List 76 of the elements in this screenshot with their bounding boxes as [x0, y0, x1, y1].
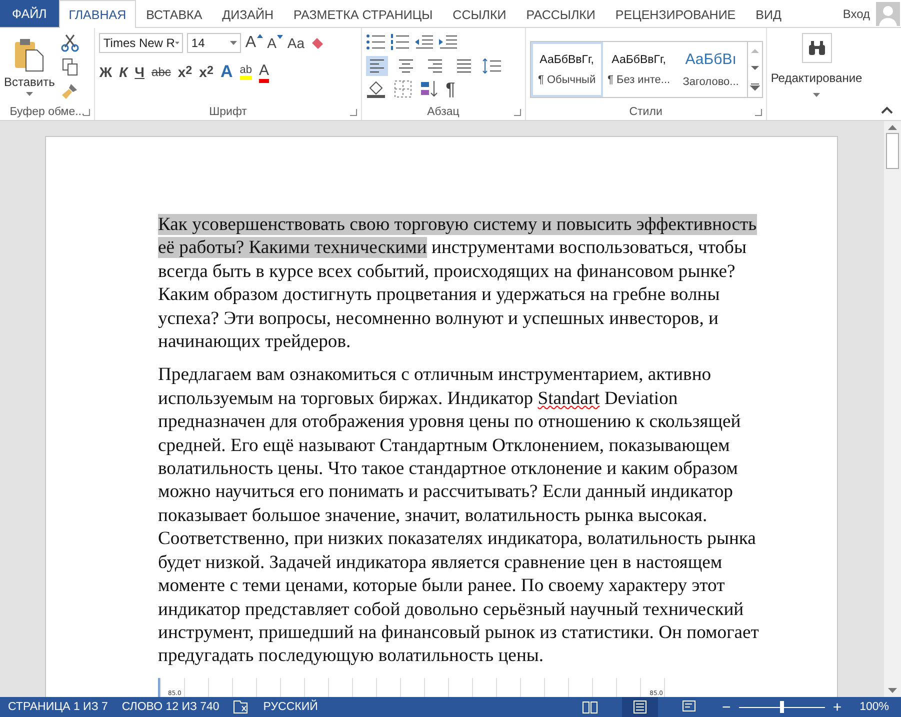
ribbon-tab[interactable]: ВИД — [746, 0, 792, 28]
body-paragraph: Как усовершенствовать свою торговую систему и повысить эффективность её работы? Какими техническими инструментами воспользоваться, чтобы всегда быть в курсе всех событий, происходящих на финансовом рынке? Каким образом достигнуть процветания и удержаться на гребне волны успеха? Эти вопросы, несомненно волнуют и успешных инвесторов, и начинающих трейдеров. — [158, 213, 758, 354]
ribbon-tab[interactable]: ГЛАВНАЯ — [58, 0, 136, 28]
ribbon-tab[interactable]: ДИЗАЙН — [212, 0, 284, 28]
page-count[interactable]: СТРАНИЦА 1 ИЗ 7 — [8, 701, 108, 713]
gallery-scroll-buttons[interactable] — [746, 42, 762, 97]
text-effects-button[interactable]: A — [220, 62, 233, 82]
scroll-down-icon[interactable] — [888, 688, 897, 694]
binoculars-icon — [808, 40, 826, 56]
brush-icon[interactable] — [60, 82, 79, 100]
vertical-scrollbar[interactable] — [884, 121, 901, 697]
group-label: Абзац — [427, 106, 460, 118]
print-layout-button[interactable] — [622, 697, 658, 717]
zoom-level[interactable]: 100% — [860, 701, 901, 713]
up-triangle-icon — [257, 34, 264, 38]
caret-icon — [174, 41, 180, 45]
collapse-ribbon-icon[interactable] — [881, 106, 893, 114]
style-option[interactable]: АаБбВвГг, ¶ Без инте... — [602, 42, 675, 97]
file-tab[interactable]: ФАЙЛ — [0, 0, 59, 27]
italic-button[interactable]: К — [119, 64, 128, 80]
group-label: Шрифт — [209, 106, 247, 118]
dialog-launcher-icon[interactable] — [350, 109, 357, 116]
decrease-indent-icon[interactable] — [414, 34, 434, 50]
grow-font-button[interactable]: A — [245, 34, 264, 52]
caret-icon — [26, 92, 33, 96]
caret-icon — [813, 93, 820, 97]
dialog-launcher-icon[interactable] — [83, 109, 90, 116]
change-case-button[interactable]: Aa — [287, 35, 305, 51]
ribbon-tab[interactable]: ССЫЛКИ — [442, 0, 516, 28]
ribbon-tab[interactable]: РАЗМЕТКА СТРАНИЦЫ — [284, 0, 443, 28]
font-size-field[interactable]: 14 — [187, 33, 242, 53]
ribbon-tab[interactable]: РЕЦЕНЗИРОВАНИЕ — [605, 0, 746, 28]
zoom-out-button[interactable]: − — [722, 698, 731, 716]
zoom-in-button[interactable]: + — [832, 698, 842, 716]
sign-in-link[interactable]: Вход — [836, 6, 876, 20]
caret-icon — [230, 41, 238, 45]
superscript-button[interactable]: x$^{2}$ — [199, 64, 214, 80]
word-count[interactable]: СЛОВО 12 ИЗ 740 — [122, 701, 220, 713]
copy-icon[interactable] — [62, 58, 78, 76]
show-marks-button[interactable]: ¶ — [446, 78, 456, 100]
dialog-launcher-icon[interactable] — [514, 109, 521, 116]
font-name-field[interactable]: Times New R — [99, 33, 184, 53]
group-label: Стили — [629, 106, 662, 118]
group-label: Буфер обме... — [10, 106, 85, 118]
web-page-icon — [682, 700, 698, 714]
language-indicator[interactable]: РУССКИЙ — [263, 701, 318, 713]
proofing-icon[interactable] — [233, 700, 250, 714]
numbered-list-icon[interactable] — [390, 34, 410, 50]
zoom-slider[interactable] — [780, 700, 784, 712]
book-icon — [582, 700, 598, 714]
shading-icon[interactable] — [366, 80, 386, 98]
sort-icon[interactable] — [420, 80, 438, 98]
align-button[interactable] — [366, 56, 388, 76]
editing-button[interactable]: Редактирование — [770, 33, 862, 97]
bold-button[interactable]: Ж — [99, 64, 112, 80]
shrink-font-button[interactable]: A — [267, 35, 284, 51]
down-triangle-icon — [277, 35, 284, 39]
ribbon-tab[interactable]: ВСТАВКА — [136, 0, 212, 28]
page-icon — [632, 700, 648, 714]
cut-icon[interactable] — [60, 34, 79, 52]
style-option[interactable]: АаБбВı Заголово... — [674, 42, 747, 97]
underline-button[interactable]: Ч — [134, 64, 145, 80]
body-paragraph: Предлагаем вам ознакомиться с отличным инструментарием, активно используемым на торговых биржах. Индикатор Standart Deviation предназначен для отображения уровня цены по отношению к скользящей средней. Его ещё называют Стандартным Отклонением, показывающем волатильность цены. Что такое стандартное отклонение и каким образом можно научиться его понимать и рассчитывать? Если данный индикатор показывает большое значение, значит, волатильность рынка высокая. Соответственно, при низких показателях индикатора, волатильность рынка будет низкой. Задачей индикатора является сравнение цен в настоящем моменте с теми ценами, которые были ранее. По своему характеру этот индикатор представляет собой довольно серьёзный научный технический инструмент, пришедший на финансовый рынок из статистики. Он помогает предугадать последующую волатильность цены. — [158, 363, 760, 668]
bullet-list-icon[interactable] — [366, 34, 386, 50]
strikethrough-button[interactable]: abc — [152, 65, 171, 79]
increase-indent-icon[interactable] — [438, 34, 458, 50]
paste-button[interactable]: Вставить — [4, 38, 55, 96]
highlight-button[interactable]: ab — [240, 64, 252, 80]
dialog-launcher-icon[interactable] — [754, 109, 762, 116]
ribbon-tab[interactable]: РАССЫЛКИ — [516, 0, 606, 28]
clipboard-icon — [14, 38, 44, 72]
line-spacing-icon[interactable] — [482, 58, 502, 74]
scroll-thumb[interactable] — [886, 133, 899, 169]
font-color-button[interactable]: A — [258, 62, 269, 82]
scroll-up-icon[interactable] — [888, 124, 897, 130]
style-option[interactable]: АаБбВвГг, ¶ Обычный — [530, 42, 603, 97]
